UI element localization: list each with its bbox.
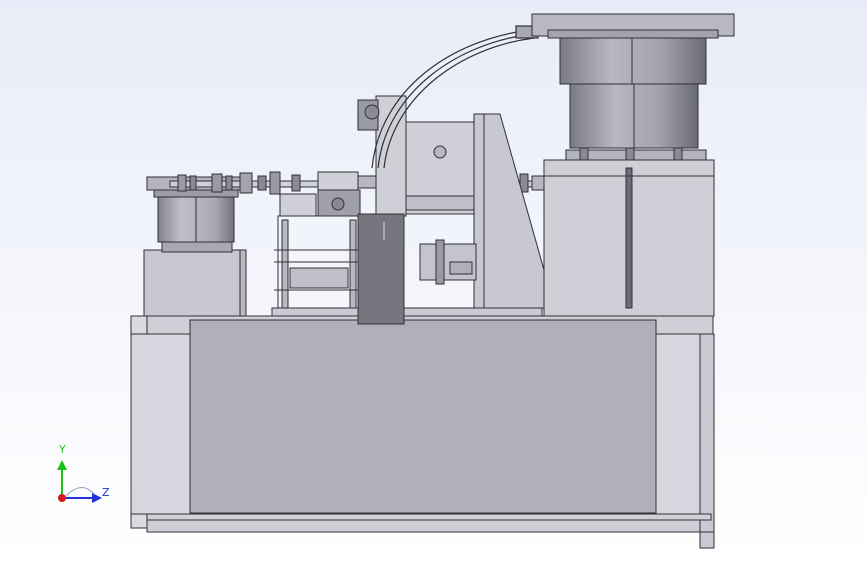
bowl-stand-cabinet <box>543 159 715 317</box>
base-cabinet <box>130 315 715 549</box>
cad-viewport[interactable]: Y Z <box>0 0 867 562</box>
x-axis-point <box>58 494 66 502</box>
machine-assembly-drawing <box>0 0 867 562</box>
